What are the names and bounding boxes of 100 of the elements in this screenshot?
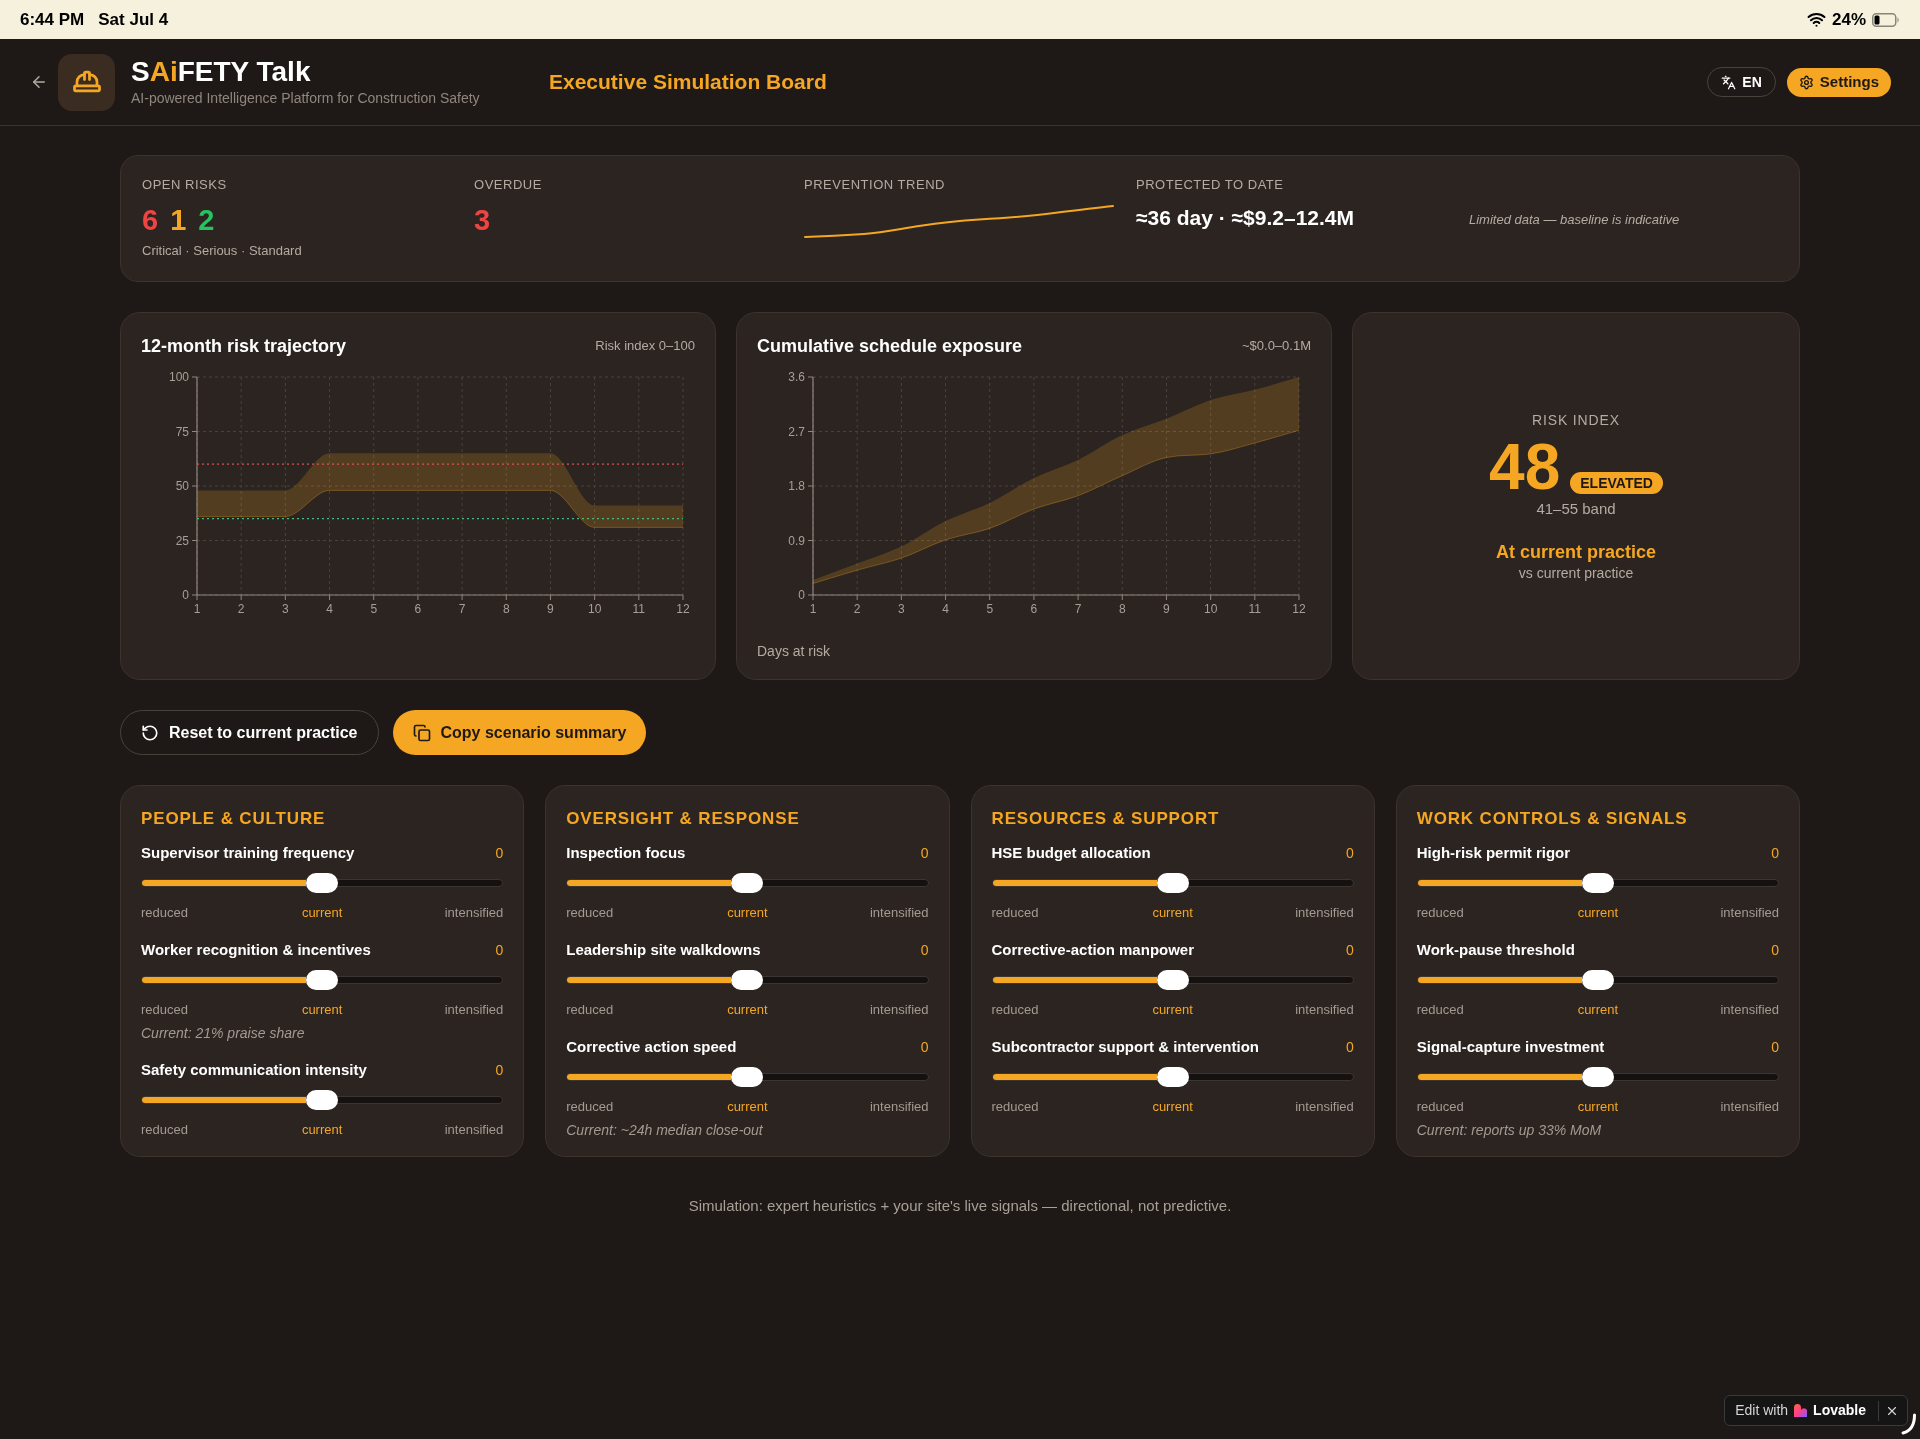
slider-value: 0	[920, 941, 929, 960]
slider-thumb[interactable]	[306, 873, 339, 893]
scenario-name: At current practice	[1495, 540, 1657, 564]
scale-label: intensified	[869, 1098, 929, 1116]
axis-tick-label: 50	[175, 479, 189, 493]
wifi-icon	[1806, 10, 1826, 29]
scale-label: reduced	[141, 1001, 188, 1019]
panel-title: WORK CONTROLS & SIGNALS	[1416, 808, 1689, 830]
panel-title: OVERSIGHT & RESPONSE	[566, 808, 801, 830]
slider-label: Work-pause threshold	[1416, 940, 1575, 960]
scale-label: reduced	[566, 904, 614, 922]
panel-title: PEOPLE & CULTURE	[141, 808, 327, 830]
slider-label: Corrective action speed	[566, 1037, 737, 1057]
counterclockwise-arrow-icon	[141, 723, 159, 742]
axis-tick-label: 5	[370, 602, 378, 616]
slider-thumb[interactable]	[1581, 873, 1614, 893]
axis-tick-label: 12	[1292, 602, 1306, 616]
scale-label: current	[1577, 904, 1619, 922]
slider-label: Safety communication intensity	[141, 1060, 367, 1080]
slider-value: 0	[1771, 844, 1779, 863]
scale-label: intensified	[1295, 1098, 1354, 1116]
stat-label: OVERDUE	[474, 176, 543, 194]
slider-thumb[interactable]	[731, 970, 764, 990]
scale-label: intensified	[1295, 904, 1354, 922]
reset-button[interactable]: Reset to current practice	[120, 710, 379, 755]
scale-label: reduced	[141, 1121, 188, 1139]
scale-label: current	[1152, 1001, 1193, 1019]
scale-label: current	[1577, 1098, 1619, 1116]
slider-label: Subcontractor support & intervention	[991, 1037, 1259, 1057]
axis-tick-label: 12	[676, 602, 690, 616]
axis-tick-label: 11	[632, 602, 646, 616]
band-range-label: 41–55 band	[1536, 498, 1616, 519]
slider-note: Current: 21% praise share	[141, 1025, 305, 1041]
settings-button[interactable]: Settings	[1786, 67, 1891, 97]
axis-tick-label: 9	[1163, 602, 1170, 616]
scale-label: reduced	[1416, 1098, 1464, 1116]
axis-tick-label: 9	[547, 602, 554, 616]
axis-tick-label: 10	[1203, 602, 1218, 616]
risk-levels-caption: Critical · Serious · Standard	[142, 243, 303, 259]
scale-label: reduced	[991, 1098, 1039, 1116]
axis-tick-label: 25	[175, 533, 189, 548]
risk-count: 6	[142, 203, 159, 237]
slider-label: Inspection focus	[566, 843, 686, 863]
overdue-count: 3	[474, 203, 492, 237]
edit-badge[interactable]: Edit with Lovable	[1724, 1395, 1908, 1426]
axis-tick-label: 1.8	[788, 479, 805, 493]
scale-label: current	[301, 1121, 343, 1139]
axis-tick-label: 4	[326, 602, 333, 616]
risk-level-badge: ELEVATED	[1570, 471, 1663, 494]
slider-thumb[interactable]	[1156, 970, 1189, 990]
slider-label: HSE budget allocation	[991, 843, 1151, 863]
slider-thumb[interactable]	[1156, 1067, 1189, 1087]
copy-summary-button[interactable]: Copy scenario summary	[392, 710, 647, 755]
slider-value: 0	[1345, 1038, 1354, 1057]
slider-thumb[interactable]	[1581, 1067, 1614, 1087]
corner-arc-icon	[1901, 1413, 1917, 1435]
stat-label: PREVENTION TREND	[804, 176, 946, 194]
slider-value: 0	[920, 844, 929, 863]
scale-label: current	[1577, 1001, 1619, 1019]
scale-label: intensified	[1720, 1001, 1779, 1019]
slider-thumb[interactable]	[1581, 970, 1614, 990]
slider-thumb[interactable]	[731, 873, 764, 893]
slider-thumb[interactable]	[731, 1067, 764, 1087]
slider-thumb[interactable]	[306, 970, 339, 990]
axis-tick-label: 10	[587, 602, 602, 616]
axis-tick-label: 0	[182, 588, 189, 602]
scale-label: reduced	[566, 1001, 614, 1019]
slider-label: Worker recognition & incentives	[141, 940, 371, 960]
chart-title: 12-month risk trajectory	[141, 335, 347, 358]
risk-count: 1	[170, 203, 187, 237]
slider-value: 0	[495, 1061, 504, 1080]
slider-thumb[interactable]	[1156, 873, 1189, 893]
slider-label: High-risk permit rigor	[1416, 843, 1571, 863]
axis-tick-label: 2	[237, 602, 245, 616]
copy-icon	[412, 723, 431, 742]
status-time: 6:44 PM	[20, 8, 85, 31]
slider-value: 0	[1771, 1038, 1779, 1057]
chart-range-note: Risk index 0–100	[595, 337, 695, 355]
scale-label: reduced	[991, 1001, 1039, 1019]
axis-tick-label: 7	[1074, 602, 1082, 616]
axis-tick-label: 2.7	[788, 424, 805, 439]
slider-thumb[interactable]	[306, 1090, 339, 1110]
slider-value: 0	[495, 941, 504, 960]
settings-icon	[1798, 74, 1814, 90]
axis-tick-label: 5	[986, 602, 994, 616]
axis-tick-label: 75	[175, 424, 189, 439]
axis-tick-label: 6	[414, 602, 422, 616]
scale-label: current	[727, 904, 768, 922]
scale-label: current	[727, 1001, 768, 1019]
scale-label: reduced	[566, 1098, 614, 1116]
scale-label: current	[1152, 904, 1193, 922]
axis-tick-label: 7	[458, 602, 466, 616]
axis-tick-label: 8	[502, 602, 510, 616]
axis-tick-label: 100	[168, 370, 189, 384]
brand-name: Lovable	[1813, 1401, 1866, 1420]
axis-tick-label: 3	[282, 602, 289, 616]
scale-label: intensified	[869, 1001, 929, 1019]
battery-icon	[1872, 12, 1900, 27]
page-title: Executive Simulation Board	[549, 69, 827, 96]
stat-label: PROTECTED TO DATE	[1136, 176, 1285, 194]
